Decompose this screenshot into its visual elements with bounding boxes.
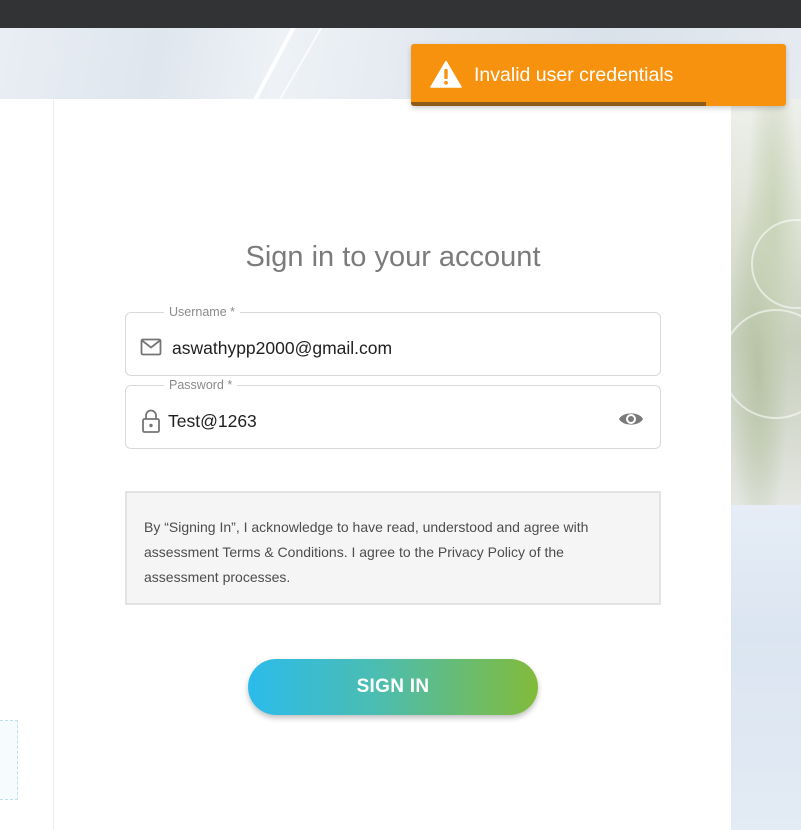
error-toast[interactable]: Invalid user credentials [411,44,786,106]
password-label: Password * [164,378,238,392]
toast-message: Invalid user credentials [474,64,674,86]
eye-icon[interactable] [618,408,644,430]
username-field[interactable]: Username * [125,305,661,376]
password-field[interactable]: Password * [125,378,661,449]
background-image-right [731,99,801,830]
login-card: Sign in to your account Username * Passw… [55,99,731,830]
lock-icon [140,408,164,433]
toast-timer-bar [411,102,706,106]
username-input[interactable] [172,338,592,359]
page-title: Sign in to your account [245,241,541,273]
left-side-panel [0,99,54,830]
browser-top-bar [0,0,801,28]
password-input[interactable] [168,411,588,432]
mail-icon [139,335,163,359]
sign-in-button[interactable]: SIGN IN [248,659,538,715]
left-panel-box [0,720,18,800]
username-label: Username * [164,305,240,319]
terms-notice: By “Signing In”, I acknowledge to have r… [125,491,661,605]
warning-icon [430,60,462,88]
